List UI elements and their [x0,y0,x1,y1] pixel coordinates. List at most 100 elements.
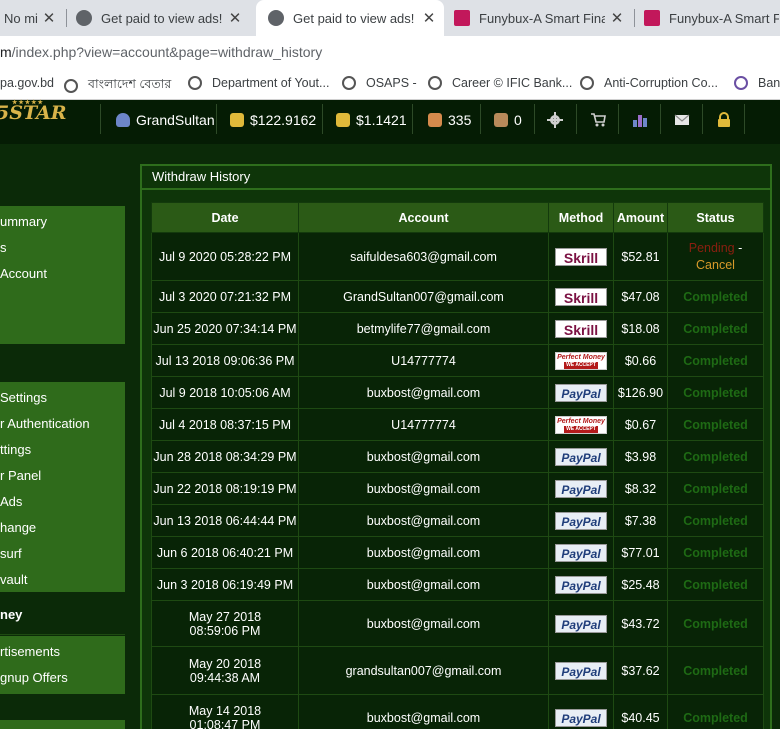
bookmark-label: Anti-Corruption Co... [604,76,718,90]
balance-value: $122.9162 [250,112,317,128]
cell-status: Completed [667,312,764,345]
cell-account: buxbost@gmail.com [298,568,549,601]
table-row: Jun 28 2018 08:34:29 PM buxbost@gmail.co… [151,440,764,473]
cell-date: Jun 3 2018 06:19:49 PM [151,568,299,601]
close-icon[interactable]: ✕ [608,9,626,27]
sidebar-item-ads[interactable]: Ads [0,494,22,509]
bookmark-label: pa.gov.bd [0,76,54,90]
bookmark-item[interactable]: Career © IFIC Bank... [428,76,572,90]
sidebar-section-heading: ney [0,607,23,622]
cell-amount: $8.32 [613,472,668,505]
close-icon[interactable]: ✕ [226,9,244,27]
bookmark-label: OSAPS - [366,76,417,90]
table-row: Jul 13 2018 09:06:36 PM U14777774 Perfec… [151,344,764,377]
bookmark-item[interactable]: Department of Yout... [188,76,329,90]
cell-account: buxbost@gmail.com [298,536,549,569]
address-bar[interactable]: m/index.php?view=account&page=withdraw_h… [0,36,780,68]
table-row: Jun 25 2020 07:34:14 PM betmylife77@gmai… [151,312,764,345]
cell-method: PayPal [548,536,614,569]
group-icon [494,113,508,127]
user-icon [116,113,130,127]
status-completed: Completed [683,481,748,496]
main-balance[interactable]: $122.9162 [230,100,316,140]
skrill-logo: Skrill [555,319,607,338]
sidebar-item-advertisements[interactable]: rtisements [0,644,60,659]
status-pending: Pending [688,240,735,255]
column-header-account: Account [298,202,549,233]
browser-tab[interactable]: Funybux-A Smart Finan ✕ [454,0,632,36]
paypal-logo: PayPal [555,661,607,680]
skrill-logo: Skrill [555,247,607,266]
pm-text: Perfect Money [557,417,605,425]
browser-tab[interactable]: Funybux-A Smart Finan [644,0,780,36]
balance-value: $1.1421 [356,112,407,128]
cell-date: Jun 22 2018 08:19:19 PM [151,472,299,505]
cell-method: PayPal [548,646,614,695]
sidebar-item-panel[interactable]: r Panel [0,468,41,483]
pm-subtext: WE ACCEPT [564,425,598,433]
chart-icon[interactable] [632,112,648,128]
status-completed: Completed [683,417,748,432]
globe-icon [268,10,284,26]
header-spacer [0,144,780,164]
sidebar-item[interactable]: s [0,240,7,255]
sidebar-item-signup-offers[interactable]: gnup Offers [0,670,68,685]
close-icon[interactable]: ✕ [420,9,438,27]
purchase-balance[interactable]: $1.1421 [336,100,407,140]
gear-icon[interactable] [547,112,563,128]
sidebar-item-summary[interactable]: ummary [0,214,47,229]
logo-stars: ★★★★★ [12,99,44,106]
cell-status: Completed [667,694,764,729]
cell-account: GrandSultan007@gmail.com [298,280,549,313]
bookmark-item[interactable]: OSAPS - [342,76,417,90]
cell-amount: $126.90 [613,376,668,409]
panel-title: Withdraw History [152,169,251,184]
sidebar-item[interactable]: ttings [0,442,31,457]
cell-account: betmylife77@gmail.com [298,312,549,345]
bookmark-item[interactable]: pa.gov.bd [0,76,54,90]
browser-tab[interactable]: Get paid to view ads! ✕ [76,0,250,36]
cell-account: saifuldesa603@gmail.com [298,232,549,281]
cell-status: Completed [667,536,764,569]
sidebar-item-account[interactable]: Account [0,266,47,281]
sidebar-item-settings[interactable]: Settings [0,390,47,405]
sidebar-item-vault[interactable]: vault [0,572,27,587]
cell-date: Jul 3 2020 07:21:32 PM [151,280,299,313]
sidebar-item-surf[interactable]: surf [0,546,22,561]
cell-status: Completed [667,646,764,695]
close-icon[interactable]: ✕ [40,9,58,27]
table-header-row: Date Account Method Amount Status [151,202,764,233]
cell-date: May 20 2018 09:44:38 AM [151,646,299,695]
rented-count[interactable]: 0 [494,100,522,140]
site-logo[interactable]: ★★★★★ 5STAR [0,99,67,124]
paypal-logo: PayPal [555,575,607,594]
tab-label: Get paid to view ads! [293,10,415,26]
cell-date: Jun 28 2018 08:34:29 PM [151,440,299,473]
cell-method: PayPal [548,694,614,729]
cart-icon[interactable] [590,112,606,128]
cancel-link[interactable]: Cancel [696,258,735,272]
mail-icon[interactable] [674,112,690,128]
browser-tab-active[interactable]: Get paid to view ads! ✕ [256,0,444,36]
cell-date: Jul 9 2018 10:05:06 AM [151,376,299,409]
lock-icon[interactable] [716,112,732,128]
browser-tab[interactable]: No mi ✕ [0,0,64,36]
table-row: Jul 3 2020 07:21:32 PM GrandSultan007@gm… [151,280,764,313]
column-header-amount: Amount [613,202,668,233]
cell-status: Completed [667,376,764,409]
bookmark-item[interactable]: Ban [734,76,780,90]
sidebar-item-exchange[interactable]: hange [0,520,36,535]
cell-account: buxbost@gmail.com [298,472,549,505]
table-row: Jun 3 2018 06:19:49 PM buxbost@gmail.com… [151,568,764,601]
users-icon [428,113,442,127]
cell-amount: $47.08 [613,280,668,313]
referrals-count[interactable]: 335 [428,100,471,140]
bookmark-item[interactable]: Anti-Corruption Co... [580,76,718,90]
bookmark-label: বাংলাদেশ বেতার [88,77,172,91]
cell-status: Completed [667,280,764,313]
username-link[interactable]: GrandSultan [116,100,215,140]
sidebar-item-authentication[interactable]: r Authentication [0,416,90,431]
cell-method: Perfect Money WE ACCEPT [548,344,614,377]
bookmark-item[interactable]: বাংলাদেশ বেতার [64,76,171,96]
paypal-logo: PayPal [555,447,607,466]
